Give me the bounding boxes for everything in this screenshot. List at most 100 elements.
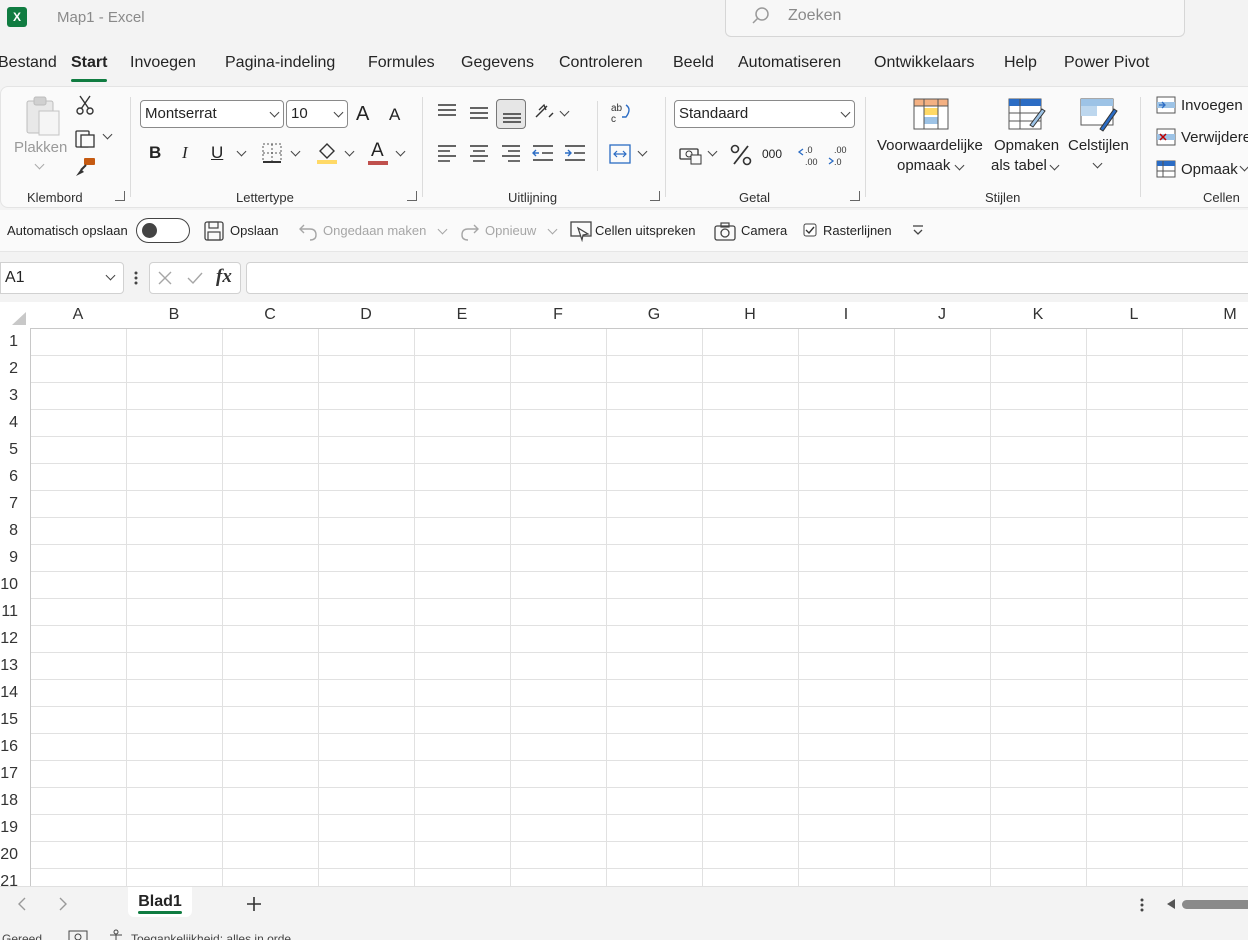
row-header[interactable]: 6 (0, 463, 30, 490)
column-header[interactable]: G (606, 302, 702, 328)
row-header[interactable]: 3 (0, 382, 30, 409)
horizontal-scrollbar-thumb[interactable] (1182, 900, 1248, 909)
number-format-select[interactable]: Standaard (674, 100, 855, 128)
delete-cells-icon[interactable] (1156, 128, 1176, 146)
font-color-button[interactable]: A (371, 140, 384, 162)
borders-icon[interactable] (262, 143, 282, 163)
currency-icon[interactable] (679, 145, 703, 165)
cancel-icon[interactable] (157, 270, 173, 286)
row-header[interactable]: 13 (0, 652, 30, 679)
underline-button[interactable]: U (211, 143, 223, 163)
column-header[interactable]: B (126, 302, 222, 328)
uitlijning-launcher-icon[interactable] (650, 191, 660, 201)
italic-button[interactable]: I (182, 143, 188, 163)
redo-dropdown-icon[interactable] (547, 224, 558, 235)
row-header[interactable]: 17 (0, 760, 30, 787)
undo-button[interactable]: Ongedaan maken (323, 223, 426, 238)
speak-cells-icon[interactable] (570, 220, 592, 242)
enter-check-icon[interactable] (186, 270, 204, 286)
gridlines-label[interactable]: Rasterlijnen (823, 223, 892, 238)
cell-area[interactable] (30, 328, 1248, 886)
column-header[interactable]: F (510, 302, 606, 328)
customize-qat-icon[interactable] (911, 224, 925, 236)
tab-pagina-indeling[interactable]: Pagina-indeling (225, 54, 335, 82)
wrap-text-icon[interactable]: abc (610, 101, 634, 125)
tab-help[interactable]: Help (1004, 54, 1037, 82)
format-cells-dropdown-icon[interactable] (1239, 161, 1248, 172)
column-header[interactable]: A (30, 302, 126, 328)
conditional-formatting-label-1[interactable]: Voorwaardelijke (877, 137, 983, 154)
row-header[interactable]: 11 (0, 598, 30, 625)
insert-function-button[interactable]: fx (216, 266, 232, 288)
conditional-formatting-icon[interactable] (912, 97, 950, 131)
tab-formules[interactable]: Formules (368, 54, 435, 82)
font-name-select[interactable]: Montserrat (140, 100, 284, 128)
align-top-icon[interactable] (437, 103, 457, 121)
font-color-dropdown-icon[interactable] (395, 146, 406, 157)
row-header[interactable]: 8 (0, 517, 30, 544)
save-button[interactable]: Opslaan (230, 223, 278, 238)
scroll-left-icon[interactable] (1166, 898, 1176, 910)
formula-input[interactable] (246, 262, 1248, 294)
accessibility-icon[interactable] (108, 929, 124, 940)
format-as-table-label-2[interactable]: als tabel (991, 157, 1047, 174)
undo-icon[interactable] (298, 221, 318, 241)
decrease-indent-icon[interactable] (532, 144, 554, 162)
klembord-launcher-icon[interactable] (115, 191, 125, 201)
chevron-left-icon[interactable] (16, 897, 28, 911)
delete-cells-button[interactable]: Verwijderen (1181, 129, 1248, 146)
format-cells-button[interactable]: Opmaak (1181, 161, 1238, 178)
tab-automatiseren[interactable]: Automatiseren (738, 54, 841, 82)
format-painter-icon[interactable] (75, 157, 97, 177)
increase-decimal-icon[interactable]: .0.00 (797, 143, 821, 167)
row-header[interactable]: 18 (0, 787, 30, 814)
increase-indent-icon[interactable] (564, 144, 586, 162)
more-options-icon[interactable] (132, 270, 140, 286)
conditional-formatting-dropdown-icon[interactable] (954, 160, 965, 171)
cut-icon[interactable] (76, 95, 94, 115)
orientation-dropdown-icon[interactable] (559, 106, 570, 117)
sheet-tab-blad1[interactable]: Blad1 (128, 887, 192, 917)
row-header[interactable]: 16 (0, 733, 30, 760)
add-sheet-icon[interactable] (246, 896, 262, 912)
status-accessibility[interactable]: Toegankelijkheid: alles in orde (131, 932, 291, 940)
cell-styles-icon[interactable] (1079, 97, 1119, 133)
paste-button[interactable]: Plakken (14, 139, 67, 156)
paste-dropdown-icon[interactable] (34, 159, 45, 170)
row-header[interactable]: 20 (0, 841, 30, 868)
row-header[interactable]: 5 (0, 436, 30, 463)
conditional-formatting-label-2[interactable]: opmaak (897, 157, 950, 174)
tab-invoegen[interactable]: Invoegen (130, 54, 196, 82)
copy-icon[interactable] (74, 127, 96, 149)
row-header[interactable]: 4 (0, 409, 30, 436)
macro-recording-icon[interactable] (68, 930, 88, 940)
cell-styles-button[interactable]: Celstijlen (1068, 137, 1129, 154)
tab-ontwikkelaars[interactable]: Ontwikkelaars (874, 54, 974, 82)
row-header[interactable]: 19 (0, 814, 30, 841)
fill-color-dropdown-icon[interactable] (344, 146, 355, 157)
cell-styles-dropdown-icon[interactable] (1092, 158, 1103, 169)
row-header[interactable]: 2 (0, 355, 30, 382)
row-header[interactable]: 14 (0, 679, 30, 706)
lettertype-launcher-icon[interactable] (407, 191, 417, 201)
redo-icon[interactable] (460, 221, 480, 241)
row-header[interactable]: 12 (0, 625, 30, 652)
currency-dropdown-icon[interactable] (707, 146, 718, 157)
copy-dropdown-icon[interactable] (102, 129, 113, 140)
getal-launcher-icon[interactable] (850, 191, 860, 201)
column-header[interactable]: K (990, 302, 1086, 328)
thousands-separator-button[interactable]: 000 (762, 147, 782, 161)
autosave-toggle[interactable] (136, 218, 190, 243)
sheet-options-icon[interactable] (1138, 897, 1146, 913)
tab-beeld[interactable]: Beeld (673, 54, 714, 82)
row-header[interactable]: 21 (0, 868, 30, 886)
redo-button[interactable]: Opnieuw (485, 223, 536, 238)
format-as-table-icon[interactable] (1007, 97, 1047, 133)
search-box[interactable]: Zoeken (725, 0, 1185, 37)
select-all-corner-icon[interactable] (0, 302, 30, 328)
align-left-icon[interactable] (437, 144, 457, 162)
bold-button[interactable]: B (149, 143, 161, 163)
column-header[interactable]: E (414, 302, 510, 328)
align-right-icon[interactable] (501, 144, 521, 162)
row-header[interactable]: 1 (0, 328, 30, 355)
